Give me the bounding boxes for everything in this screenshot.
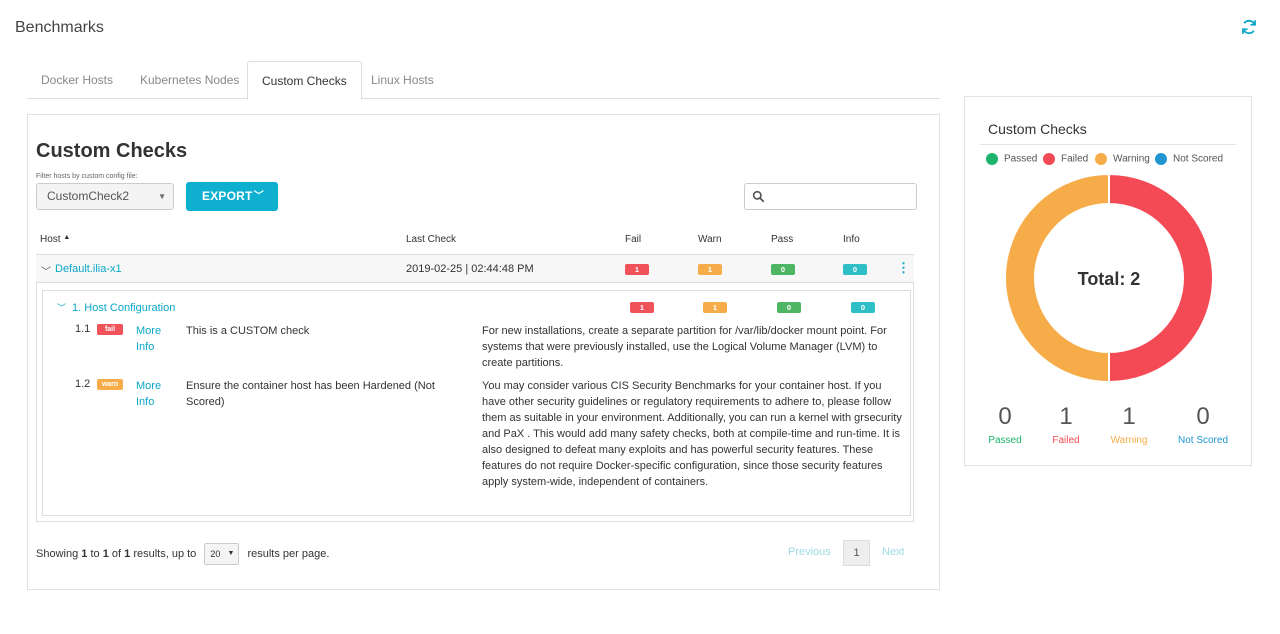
stat-value: 0 — [1196, 403, 1210, 430]
results-from: 1 — [81, 547, 88, 560]
stat-failed: 1 Failed — [1036, 403, 1096, 446]
group-fail-badge: 1 — [630, 302, 654, 313]
donut-chart: Total: 2 — [1005, 174, 1213, 382]
to-label: to — [90, 547, 100, 560]
check-status-badge: fail — [97, 324, 123, 335]
legend-not-scored: Not Scored — [1155, 153, 1223, 165]
column-header-last-check[interactable]: Last Check — [406, 234, 456, 245]
fail-count-badge: 1 — [625, 264, 649, 275]
of-label: of — [111, 547, 122, 560]
page-size-value: 20 — [210, 549, 221, 559]
stat-label: Not Scored — [1177, 435, 1229, 446]
tab-linux-hosts[interactable]: Linux Hosts — [357, 61, 448, 99]
benchmark-tabs: Docker Hosts Kubernetes Nodes Custom Che… — [27, 61, 940, 100]
column-header-warn[interactable]: Warn — [698, 234, 722, 245]
group-info-badge: 0 — [851, 302, 875, 313]
donut-total-label: Total: 2 — [1078, 269, 1141, 289]
more-info-link[interactable]: More Info — [136, 323, 176, 355]
per-page-label: results per page. — [247, 547, 330, 560]
search-box[interactable] — [744, 183, 917, 210]
section-title: Custom Checks — [36, 140, 188, 162]
group-warn-badge: 1 — [703, 302, 727, 313]
stat-value: 0 — [998, 403, 1012, 430]
tab-docker-hosts[interactable]: Docker Hosts — [27, 61, 127, 99]
divider — [980, 144, 1236, 145]
info-count-badge: 0 — [843, 264, 867, 275]
legend-dot-icon — [1155, 153, 1167, 165]
check-description: Ensure the container host has been Harde… — [186, 380, 435, 408]
legend-dot-icon — [1095, 153, 1107, 165]
legend-passed: Passed — [986, 153, 1037, 165]
pass-count-badge: 0 — [771, 264, 795, 275]
check-description: This is a CUSTOM check — [186, 325, 310, 337]
check-group: ﹀ 1. Host Configuration 1 1 0 0 1.1 fail … — [42, 290, 911, 516]
legend-warning: Warning — [1095, 153, 1150, 165]
chevron-down-icon[interactable]: ﹀ — [41, 263, 51, 278]
export-button-label: EXPORT — [202, 189, 253, 203]
column-header-pass[interactable]: Pass — [771, 234, 793, 245]
search-icon — [752, 190, 765, 203]
filter-label: Filter hosts by custom config file: — [36, 173, 138, 180]
chevron-down-icon: ﹀ — [253, 191, 264, 202]
stat-value: 1 — [1122, 403, 1136, 430]
check-remediation: For new installations, create a separate… — [482, 325, 887, 369]
sort-asc-icon: ▲ — [63, 234, 71, 241]
column-header-host[interactable]: Host ▲ — [40, 234, 70, 245]
warn-count-badge: 1 — [698, 264, 722, 275]
page-title: Benchmarks — [15, 19, 104, 36]
check-remediation: You may consider various CIS Security Be… — [482, 380, 902, 488]
stat-warning: 1 Warning — [1099, 403, 1159, 446]
host-details: ﹀ 1. Host Configuration 1 1 0 0 1.1 fail … — [36, 283, 914, 522]
results-to: 1 — [102, 547, 109, 560]
column-header-host-label: Host — [40, 234, 61, 245]
last-check-date: 2019-02-25 | 02:44:48 PM — [406, 263, 534, 275]
legend-label: Failed — [1061, 153, 1089, 165]
summary-title: Custom Checks — [988, 121, 1087, 137]
config-file-select[interactable]: CustomCheck2 ▼ — [36, 183, 174, 210]
search-input[interactable] — [769, 186, 913, 207]
check-number: 1.1 — [75, 323, 91, 335]
previous-page-button[interactable]: Previous — [788, 546, 831, 558]
page-size-select[interactable]: 20 ▼ — [204, 543, 240, 565]
refresh-icon[interactable] — [1240, 18, 1258, 36]
results-total: 1 — [124, 547, 131, 560]
stat-label: Failed — [1052, 435, 1080, 446]
chevron-down-icon: ﹀ — [57, 303, 67, 313]
stat-not-scored: 0 Not Scored — [1173, 403, 1233, 446]
group-pass-badge: 0 — [777, 302, 801, 313]
column-header-info[interactable]: Info — [843, 234, 860, 245]
legend-label: Passed — [1004, 153, 1038, 165]
more-info-link[interactable]: More Info — [136, 378, 176, 410]
table-row[interactable]: ﹀ Default.ilia-x1 2019-02-25 | 02:44:48 … — [36, 254, 914, 283]
legend-dot-icon — [1043, 153, 1055, 165]
legend-label: Warning — [1113, 153, 1150, 165]
column-header-fail[interactable]: Fail — [625, 234, 641, 245]
results-summary: Showing 1 to 1 of 1 results, up to 20 ▼ r… — [36, 543, 329, 565]
caret-down-icon: ▼ — [227, 550, 235, 557]
caret-down-icon: ▼ — [158, 192, 166, 201]
tab-kubernetes-nodes[interactable]: Kubernetes Nodes — [126, 61, 253, 99]
stat-label: Warning — [1110, 435, 1148, 446]
legend-dot-icon — [986, 153, 998, 165]
stat-label: Passed — [988, 435, 1022, 446]
page-1-button[interactable]: 1 — [843, 540, 870, 566]
config-file-select-value: CustomCheck2 — [47, 189, 130, 203]
showing-label: Showing — [36, 547, 79, 560]
host-link[interactable]: Default.ilia-x1 — [55, 263, 122, 275]
check-group-title-label: 1. Host Configuration — [72, 302, 176, 314]
kebab-menu-icon[interactable]: ⋮ — [897, 260, 910, 276]
stat-value: 1 — [1059, 403, 1073, 430]
custom-checks-panel: Custom Checks Filter hosts by custom con… — [27, 114, 940, 590]
legend-label: Not Scored — [1173, 153, 1224, 165]
export-button[interactable]: EXPORT ﹀ — [186, 182, 278, 211]
results-up-to-label: results, up to — [133, 547, 197, 560]
check-group-title[interactable]: ﹀ 1. Host Configuration — [57, 301, 175, 314]
summary-panel: Custom Checks Passed Failed Warning Not … — [964, 96, 1252, 466]
next-page-button[interactable]: Next — [882, 546, 905, 558]
legend-failed: Failed — [1043, 153, 1088, 165]
stat-passed: 0 Passed — [975, 403, 1035, 446]
check-status-badge: warn — [97, 379, 123, 390]
check-number: 1.2 — [75, 378, 91, 390]
tab-custom-checks[interactable]: Custom Checks — [247, 61, 362, 100]
